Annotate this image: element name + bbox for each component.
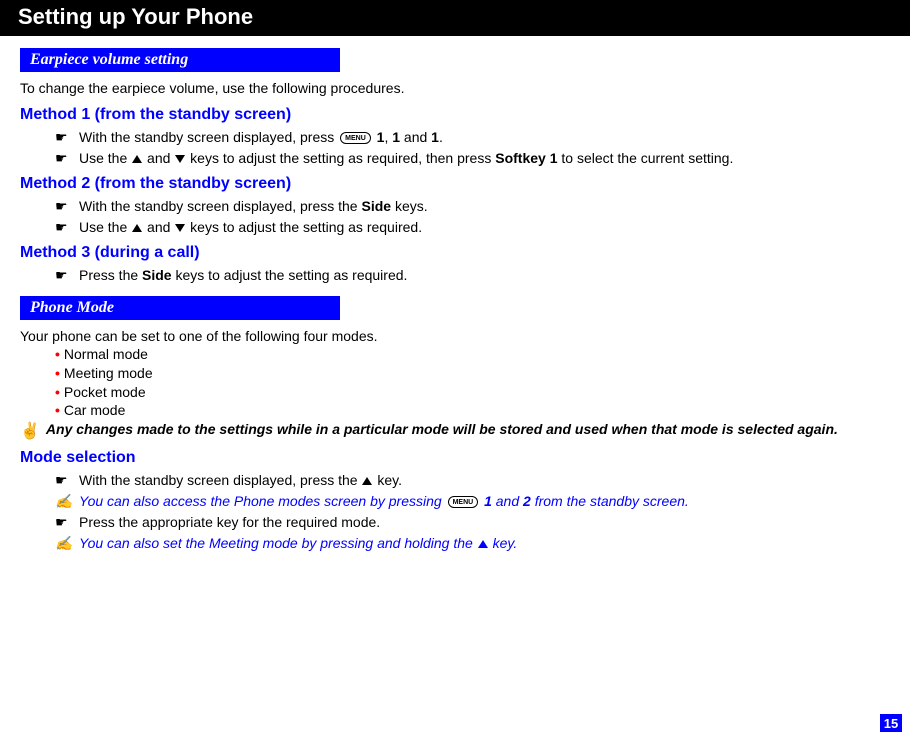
method3-step1-text: Press the Side keys to adjust the settin… xyxy=(79,267,407,283)
method2-step2: ☛ Use the and keys to adjust the setting… xyxy=(0,219,910,236)
mode-note-text: Any changes made to the settings while i… xyxy=(46,421,838,437)
bullet-icon: • xyxy=(55,346,60,363)
section-header-phonemode: Phone Mode xyxy=(20,296,340,320)
mode-item: •Car mode xyxy=(55,402,910,419)
modesel-step1: ☛ With the standby screen displayed, pre… xyxy=(0,472,910,489)
modesel-step2: ☛ Press the appropriate key for the requ… xyxy=(0,514,910,531)
method1-step2-text: Use the and keys to adjust the setting a… xyxy=(79,150,733,166)
method2-heading: Method 2 (from the standby screen) xyxy=(0,175,910,193)
method2-step2-text: Use the and keys to adjust the setting a… xyxy=(79,219,422,235)
pointer-icon: ☛ xyxy=(55,514,71,531)
up-arrow-icon xyxy=(132,155,142,163)
section-header-earpiece-label: Earpiece volume setting xyxy=(30,51,188,68)
modeselection-heading: Mode selection xyxy=(0,449,910,467)
up-arrow-icon xyxy=(132,224,142,232)
section-header-earpiece: Earpiece volume setting xyxy=(20,48,340,72)
method1-heading: Method 1 (from the standby screen) xyxy=(0,106,910,124)
method3-step1: ☛ Press the Side keys to adjust the sett… xyxy=(0,267,910,284)
mode-item: •Pocket mode xyxy=(55,384,910,401)
pointer-icon: ☛ xyxy=(55,219,71,236)
pointer-icon: ☛ xyxy=(55,472,71,489)
page-number-value: 15 xyxy=(884,716,898,731)
pointer-icon: ☛ xyxy=(55,267,71,284)
modesel-note2: ✍ You can also set the Meeting mode by p… xyxy=(0,535,910,552)
method2-step1-text: With the standby screen displayed, press… xyxy=(79,198,428,214)
method3-heading: Method 3 (during a call) xyxy=(0,244,910,262)
page-content: Earpiece volume setting To change the ea… xyxy=(0,48,910,552)
bullet-icon: • xyxy=(55,384,60,401)
menu-icon: MENU xyxy=(340,132,371,144)
bullet-icon: • xyxy=(55,402,60,419)
up-arrow-icon xyxy=(478,540,488,548)
down-arrow-icon xyxy=(175,224,185,232)
mode-item: •Meeting mode xyxy=(55,365,910,382)
page-title-bar: Setting up Your Phone xyxy=(0,0,910,36)
down-arrow-icon xyxy=(175,155,185,163)
mode-note: ✌ Any changes made to the settings while… xyxy=(0,421,910,441)
mode-item: •Normal mode xyxy=(55,346,910,363)
earpiece-intro: To change the earpiece volume, use the f… xyxy=(0,80,910,96)
modesel-step2-text: Press the appropriate key for the requir… xyxy=(79,514,380,530)
method1-step1-text: With the standby screen displayed, press… xyxy=(79,129,443,145)
hand-icon: ✌ xyxy=(20,421,40,441)
section-header-phonemode-label: Phone Mode xyxy=(30,299,114,316)
pointer-icon: ☛ xyxy=(55,150,71,167)
method2-step1: ☛ With the standby screen displayed, pre… xyxy=(0,198,910,215)
note-pointer-icon: ✍ xyxy=(55,493,71,510)
method1-step1: ☛ With the standby screen displayed, pre… xyxy=(0,129,910,146)
modesel-note2-text: You can also set the Meeting mode by pre… xyxy=(79,535,517,551)
mode-list: •Normal mode •Meeting mode •Pocket mode … xyxy=(0,346,910,419)
modesel-note1-text: You can also access the Phone modes scre… xyxy=(79,493,689,509)
page-number: 15 xyxy=(880,714,902,732)
pointer-icon: ☛ xyxy=(55,198,71,215)
menu-icon: MENU xyxy=(448,496,479,508)
method1-step2: ☛ Use the and keys to adjust the setting… xyxy=(0,150,910,167)
up-arrow-icon xyxy=(362,477,372,485)
modesel-step1-text: With the standby screen displayed, press… xyxy=(79,472,402,488)
phonemode-intro: Your phone can be set to one of the foll… xyxy=(0,328,910,344)
bullet-icon: • xyxy=(55,365,60,382)
page-title: Setting up Your Phone xyxy=(18,4,253,29)
modesel-note1: ✍ You can also access the Phone modes sc… xyxy=(0,493,910,510)
pointer-icon: ☛ xyxy=(55,129,71,146)
note-pointer-icon: ✍ xyxy=(55,535,71,552)
